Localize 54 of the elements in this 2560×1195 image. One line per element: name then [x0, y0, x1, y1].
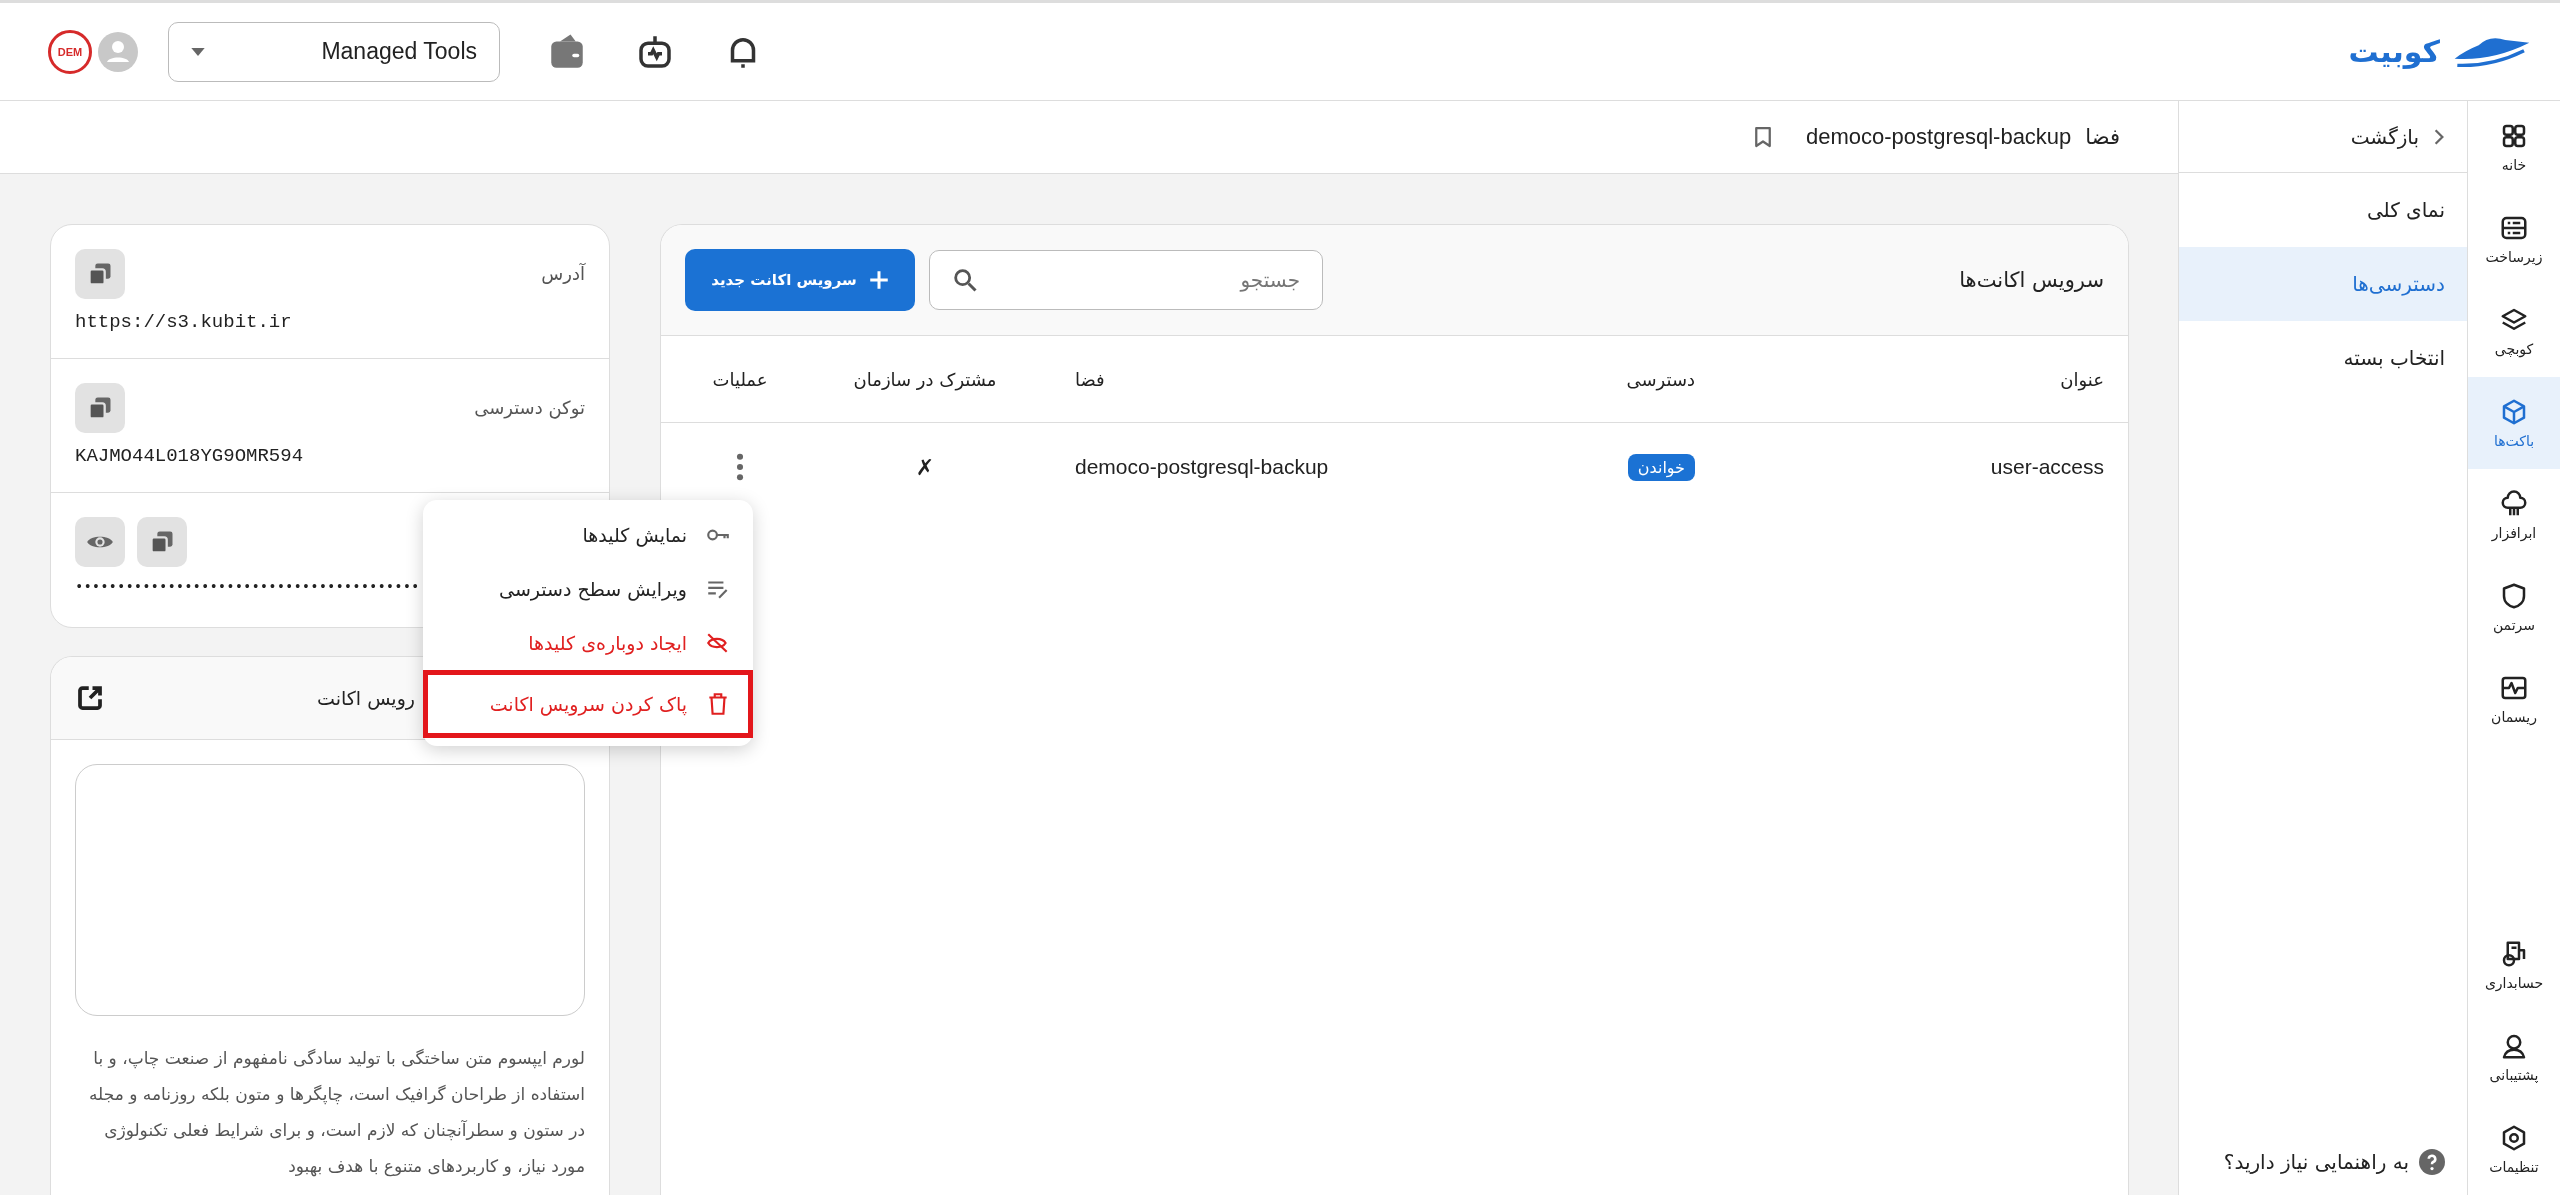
sidebar-item[interactable]: دسترسی‌ها — [2179, 247, 2467, 321]
bookmark-icon[interactable] — [1753, 125, 1772, 149]
chevron-icon — [2433, 127, 2445, 146]
rail-item[interactable]: باکت‌ها — [2468, 377, 2560, 469]
more-icon[interactable] — [736, 453, 744, 481]
sidebar-item[interactable]: نمای کلی — [2179, 173, 2467, 247]
field-value: ••••••••••••••••••••••••••••••••••••••••• — [75, 579, 420, 595]
menu-item[interactable]: پاک کردن سرویس اکانت — [423, 670, 753, 738]
show-button[interactable] — [75, 517, 125, 567]
column-header: عنوان — [2059, 368, 2104, 390]
column-header: مشترک در سازمان — [852, 368, 998, 390]
rail-item[interactable]: ریسمان — [2468, 653, 2560, 745]
breadcrumb-label: فضا — [2085, 125, 2120, 149]
rail-item[interactable]: زیرساخت — [2468, 193, 2560, 285]
sidebar-item[interactable]: انتخاب بسته — [2179, 321, 2467, 395]
rail-item[interactable]: کوبچی — [2468, 285, 2560, 377]
column-header: دسترسی — [1625, 368, 1695, 390]
external-link-icon[interactable] — [75, 683, 105, 713]
field-label: آدرس — [540, 262, 585, 286]
help-icon[interactable] — [2419, 1149, 2445, 1175]
demo-stamp: DEM — [48, 29, 92, 74]
column-header: عملیات — [711, 368, 769, 390]
table-cell-text: user-access — [1989, 455, 2104, 479]
card-title: رویس اکانت — [317, 687, 415, 709]
rail-item[interactable]: ابرافزار — [2468, 469, 2560, 561]
menu-item[interactable]: نمایش کلیدها — [423, 508, 753, 562]
rail-item[interactable]: خانه — [2468, 101, 2560, 193]
rail-item[interactable]: حسابداری — [2468, 919, 2560, 1011]
copy-button[interactable] — [75, 383, 125, 433]
breadcrumb-title: democo-postgresql-backup — [1805, 124, 2072, 150]
field-value: KAJMO44L018YG9OMR594 — [75, 445, 304, 467]
rail-item[interactable]: سرتمن — [2468, 561, 2560, 653]
rail-item[interactable]: پشتیبانی — [2468, 1011, 2560, 1103]
workspace-select[interactable]: Managed Tools — [168, 21, 500, 82]
menu-item[interactable]: ایجاد دوباره‌ی کلیدها — [423, 616, 753, 670]
help-link[interactable]: به راهنمایی نیاز دارید؟ — [2223, 1150, 2409, 1174]
search-field[interactable]: جستجو — [929, 250, 1323, 310]
copy-button[interactable] — [137, 517, 187, 567]
caret-icon — [191, 47, 205, 56]
plus-icon — [868, 270, 889, 290]
shared-mark: ✗ — [915, 454, 935, 480]
access-badge: خواندن — [1627, 453, 1695, 481]
new-service-account-button[interactable]: سرویس اکانت جدید — [685, 249, 915, 311]
search-icon — [951, 266, 979, 294]
field-label: توکن دسترسی — [473, 396, 585, 421]
rail-item[interactable]: تنظیمات — [2468, 1103, 2560, 1195]
card-title: سرویس اکانت‌ها — [1959, 268, 2104, 292]
copy-button[interactable] — [75, 249, 125, 299]
logo-text[interactable]: کوبیت — [2348, 34, 2440, 69]
menu-item[interactable]: ویرایش سطح دسترسی — [423, 562, 753, 616]
description-paragraph: لورم ایپسوم متن ساختگی با تولید سادگی نامفهوم از صنعت چاپ، و با استفاده از طراحان گرافیک است، چاپگرها و متون بلکه روزنامه و مجله در ستون و سطرآنچنان که لازم است، و برای شرایط فعلی تکنولوژی مورد نیاز، و کاربردهای متنوع با هدف بهبود — [87, 1047, 585, 1179]
table-cell-text: democo-postgresql-backup — [1074, 455, 1330, 479]
field-value: https://s3.kubit.ir — [75, 311, 292, 333]
column-header: فضا — [1074, 368, 1106, 390]
